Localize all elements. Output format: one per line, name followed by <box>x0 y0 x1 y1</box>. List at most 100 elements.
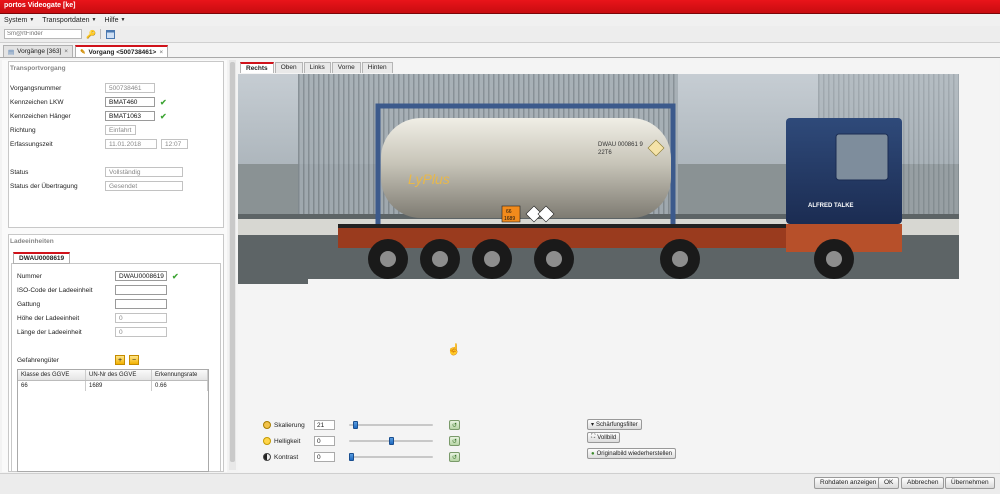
skalierung-label: Skalierung <box>274 421 305 429</box>
row-helligkeit: Helligkeit 0 ↺ <box>263 436 460 446</box>
helligkeit-field[interactable]: 0 <box>314 436 335 446</box>
originalbild-button[interactable]: ● Originalbild wiederherstellen <box>587 448 676 459</box>
slider-knob[interactable] <box>388 437 394 445</box>
tab-links[interactable]: Links <box>303 62 331 73</box>
schaerfungsfilter-button[interactable]: ▾ Schärfungsfilter <box>587 419 642 430</box>
uebertragung-field: Gesendet <box>105 181 183 191</box>
hazard-number-top: 66 <box>506 209 512 215</box>
cell-un-nr: 1689 <box>86 381 152 391</box>
row-haenger: Kennzeichen Hänger BMAT1063 ✔ <box>10 111 167 121</box>
col-erkennungsrate[interactable]: Erkennungsrate <box>152 370 208 380</box>
col-un-nr[interactable]: UN-Nr des GGVE <box>86 370 152 380</box>
abbrechen-button[interactable]: Abbrechen <box>901 477 945 489</box>
vehicle-image[interactable]: LyPlus DWAU 000861 9 22T6 66 1689 ALFRED… <box>238 74 959 284</box>
vollbild-label: Vollbild <box>597 434 617 441</box>
restore-icon: ● <box>591 450 595 457</box>
kontrast-field[interactable]: 0 <box>314 452 335 462</box>
reset-icon[interactable]: ↺ <box>449 452 460 462</box>
tab-oben[interactable]: Oben <box>274 62 303 73</box>
kontrast-slider[interactable] <box>349 453 433 461</box>
row-richtung: Richtung Einfahrt <box>10 125 136 135</box>
check-icon: ✔ <box>160 111 167 121</box>
hoehe-field[interactable]: 0 <box>115 313 167 323</box>
row-kontrast: Kontrast 0 ↺ <box>263 452 460 462</box>
haenger-label: Kennzeichen Hänger <box>10 112 71 120</box>
filter-icon: ▾ <box>591 422 595 428</box>
table-header: Klasse des GGVE UN-Nr des GGVE Erkennung… <box>18 370 208 381</box>
tab-rechts[interactable]: Rechts <box>240 62 274 73</box>
row-laenge: Länge der Ladeeinheit 0 <box>17 327 167 337</box>
zoom-icon <box>263 421 271 429</box>
ok-button[interactable]: OK <box>878 477 900 489</box>
reset-icon[interactable]: ↺ <box>449 436 460 446</box>
close-icon[interactable]: × <box>64 48 68 55</box>
skalierung-slider[interactable] <box>349 421 433 429</box>
footer-bar: Rohdaten anzeigen OK Abbrechen Übernehme… <box>0 473 1000 494</box>
iso-field[interactable] <box>115 285 167 295</box>
hazard-number-bottom: 1689 <box>504 216 515 222</box>
erfassungszeit-label: Erfassungszeit <box>10 140 53 148</box>
caret-down-icon: ▼ <box>91 17 97 23</box>
toolbar-separator <box>100 29 101 39</box>
originalbild-label: Originalbild wiederherstellen <box>596 450 672 457</box>
brightness-icon <box>263 437 271 445</box>
toolbar: 🔑 <box>0 26 1000 43</box>
slider-knob[interactable] <box>349 453 354 461</box>
menu-transportdaten-label: Transportdaten <box>42 16 90 24</box>
tab-vorgaenge[interactable]: ▤ Vorgänge [363] × <box>3 45 74 57</box>
vollbild-button[interactable]: ⛶ Vollbild <box>587 432 621 443</box>
col-klasse[interactable]: Klasse des GGVE <box>18 370 86 380</box>
tab-vorgang-label: Vorgang <500738461> <box>88 48 157 56</box>
helligkeit-label: Helligkeit <box>274 437 301 445</box>
remove-icon[interactable]: − <box>129 355 139 365</box>
window-icon[interactable] <box>105 29 115 39</box>
vorgangsnummer-field: 500738461 <box>105 83 155 93</box>
reset-icon[interactable]: ↺ <box>449 420 460 430</box>
slider-knob[interactable] <box>352 421 358 429</box>
row-lkw: Kennzeichen LKW BMAT460 ✔ <box>10 97 167 107</box>
cell-erkennungsrate: 0.66 <box>152 381 208 391</box>
close-icon[interactable]: × <box>159 49 163 56</box>
tab-hinten[interactable]: Hinten <box>361 62 393 73</box>
nummer-label: Nummer <box>17 272 42 280</box>
haenger-field[interactable]: BMAT1063 <box>105 111 155 121</box>
tab-vorgang[interactable]: ✎ Vorgang <500738461> × <box>75 45 169 57</box>
smartfinder-input[interactable] <box>4 29 82 39</box>
list-icon: ▤ <box>8 48 15 56</box>
menu-hilfe[interactable]: Hilfe ▼ <box>104 16 125 24</box>
zeit-field: 12:07 <box>161 139 188 149</box>
kontrast-label: Kontrast <box>274 453 299 461</box>
gattung-field[interactable] <box>115 299 167 309</box>
laenge-label: Länge der Ladeeinheit <box>17 328 82 336</box>
search-go-icon[interactable]: 🔑 <box>86 29 96 39</box>
ladeeinheiten-title: Ladeeinheiten <box>10 238 54 245</box>
datum-field: 11.01.2018 <box>105 139 157 149</box>
vorgangsnummer-label: Vorgangsnummer <box>10 84 62 92</box>
table-row[interactable]: 66 1689 0.66 <box>18 381 208 391</box>
add-icon[interactable]: + <box>115 355 125 365</box>
rohdaten-button[interactable]: Rohdaten anzeigen <box>814 477 883 489</box>
menu-transportdaten[interactable]: Transportdaten ▼ <box>42 16 96 24</box>
gefahrgut-table: Klasse des GGVE UN-Nr des GGVE Erkennung… <box>17 369 209 472</box>
scroll-thumb[interactable] <box>230 62 235 462</box>
window-title: portos Videogate [ke] <box>0 0 1000 13</box>
lkw-label: Kennzeichen LKW <box>10 98 64 106</box>
pencil-icon: ✎ <box>80 49 86 56</box>
tab-vorgaenge-label: Vorgänge [363] <box>17 48 62 55</box>
cell-klasse: 66 <box>18 381 86 391</box>
laenge-field[interactable]: 0 <box>115 327 167 337</box>
skalierung-field[interactable]: 21 <box>314 420 335 430</box>
tab-ladeeinheit[interactable]: DWAU0008619 <box>13 252 71 264</box>
view-tabs: Rechts Oben Links Vorne Hinten <box>240 62 393 73</box>
tab-vorne[interactable]: Vorne <box>331 62 361 73</box>
helligkeit-slider[interactable] <box>349 437 433 445</box>
nummer-field[interactable]: DWAU0008619 <box>115 271 167 281</box>
uebernehmen-button[interactable]: Übernehmen <box>945 477 995 489</box>
left-scrollbar[interactable] <box>229 60 236 470</box>
uebertragung-label: Status der Übertragung <box>10 182 78 190</box>
lkw-field[interactable]: BMAT460 <box>105 97 155 107</box>
truck-photo: LyPlus DWAU 000861 9 22T6 66 1689 ALFRED… <box>238 74 959 284</box>
container-number: DWAU 000861 9 <box>598 142 643 148</box>
row-iso: ISO-Code der Ladeeinheit <box>17 285 167 295</box>
menu-system[interactable]: System ▼ <box>4 16 34 24</box>
